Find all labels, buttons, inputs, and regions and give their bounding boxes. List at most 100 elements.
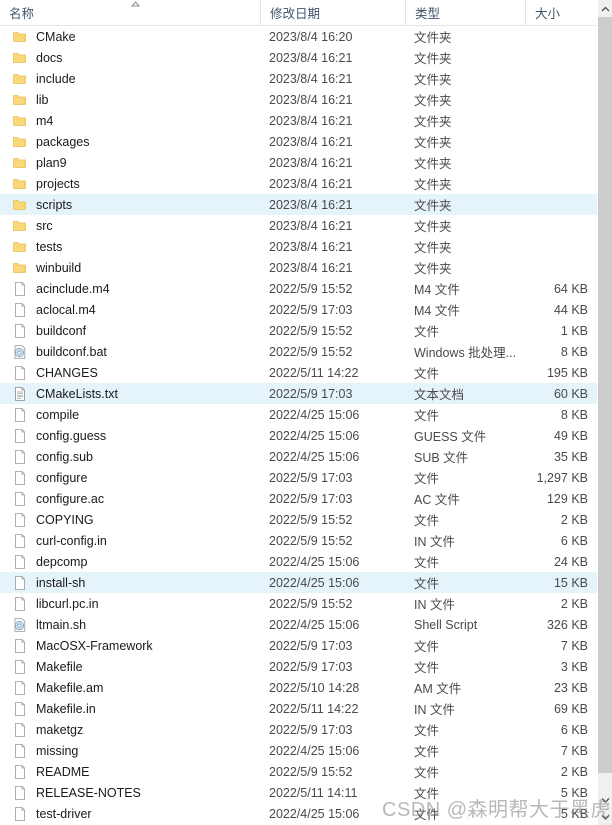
file-size-cell — [525, 257, 597, 278]
file-name-cell[interactable]: CMake — [0, 26, 260, 47]
file-row[interactable]: buildconf.bat 2022/5/9 15:52 Windows 批处理..… — [0, 341, 597, 362]
file-row[interactable]: maketgz 2022/5/9 17:03 文件 6 KB — [0, 719, 597, 740]
file-name-cell[interactable]: ltmain.sh — [0, 614, 260, 635]
file-name-cell[interactable]: test-driver — [0, 803, 260, 824]
file-icon — [12, 659, 28, 675]
file-icon — [12, 701, 28, 717]
file-type-cell: M4 文件 — [414, 304, 460, 318]
file-row[interactable]: config.guess 2022/4/25 15:06 GUESS 文件 49 KB — [0, 425, 597, 446]
file-name-cell[interactable]: configure — [0, 467, 260, 488]
file-row[interactable]: aclocal.m4 2022/5/9 17:03 M4 文件 44 KB — [0, 299, 597, 320]
file-name-cell[interactable]: packages — [0, 131, 260, 152]
file-name-cell[interactable]: aclocal.m4 — [0, 299, 260, 320]
file-name-cell[interactable]: config.sub — [0, 446, 260, 467]
file-row[interactable]: CMake 2023/8/4 16:20 文件夹 — [0, 26, 597, 47]
file-row[interactable]: Makefile.in 2022/5/11 14:22 IN 文件 69 KB — [0, 698, 597, 719]
file-name-cell[interactable]: projects — [0, 173, 260, 194]
file-name-cell[interactable]: src — [0, 215, 260, 236]
file-row[interactable]: plan9 2023/8/4 16:21 文件夹 — [0, 152, 597, 173]
file-name-cell[interactable]: buildconf.bat — [0, 341, 260, 362]
file-name-cell[interactable]: CHANGES — [0, 362, 260, 383]
file-name-cell[interactable]: RELEASE-NOTES — [0, 782, 260, 803]
file-row[interactable]: libcurl.pc.in 2022/5/9 15:52 IN 文件 2 KB — [0, 593, 597, 614]
file-size-cell: 64 KB — [553, 281, 588, 296]
file-row[interactable]: src 2023/8/4 16:21 文件夹 — [0, 215, 597, 236]
scrollbar-thumb[interactable] — [598, 17, 612, 773]
file-row[interactable]: Makefile.am 2022/5/10 14:28 AM 文件 23 KB — [0, 677, 597, 698]
file-row[interactable]: CHANGES 2022/5/11 14:22 文件 195 KB — [0, 362, 597, 383]
file-row[interactable]: COPYING 2022/5/9 15:52 文件 2 KB — [0, 509, 597, 530]
file-name-cell[interactable]: MacOSX-Framework — [0, 635, 260, 656]
file-name-cell[interactable]: install-sh — [0, 572, 260, 593]
file-row[interactable]: buildconf 2022/5/9 15:52 文件 1 KB — [0, 320, 597, 341]
file-row[interactable]: depcomp 2022/4/25 15:06 文件 24 KB — [0, 551, 597, 572]
file-name-cell[interactable]: README — [0, 761, 260, 782]
file-row[interactable]: m4 2023/8/4 16:21 文件夹 — [0, 110, 597, 131]
file-name-cell[interactable]: winbuild — [0, 257, 260, 278]
column-header-size-label: 大小 — [535, 7, 561, 21]
file-name-cell[interactable]: docs — [0, 47, 260, 68]
file-row[interactable]: tests 2023/8/4 16:21 文件夹 — [0, 236, 597, 257]
file-row[interactable]: config.sub 2022/4/25 15:06 SUB 文件 35 KB — [0, 446, 597, 467]
file-row[interactable]: configure.ac 2022/5/9 17:03 AC 文件 129 KB — [0, 488, 597, 509]
file-name-cell[interactable]: CMakeLists.txt — [0, 383, 260, 404]
file-name-cell[interactable]: maketgz — [0, 719, 260, 740]
file-size-cell: 24 KB — [553, 554, 588, 569]
column-header-size[interactable]: 大小 — [525, 0, 597, 26]
file-type-cell: 文件 — [414, 661, 440, 675]
file-name-label: Makefile.am — [36, 680, 104, 695]
file-name-cell[interactable]: tests — [0, 236, 260, 257]
file-row[interactable]: winbuild 2023/8/4 16:21 文件夹 — [0, 257, 597, 278]
file-name-cell[interactable]: Makefile.in — [0, 698, 260, 719]
file-row[interactable]: CMakeLists.txt 2022/5/9 17:03 文本文档 60 KB — [0, 383, 597, 404]
file-date-cell: 2023/8/4 16:21 — [269, 71, 353, 86]
file-name-cell[interactable]: plan9 — [0, 152, 260, 173]
file-name-cell[interactable]: include — [0, 68, 260, 89]
file-name-cell[interactable]: m4 — [0, 110, 260, 131]
file-name-cell[interactable]: COPYING — [0, 509, 260, 530]
file-row[interactable]: curl-config.in 2022/5/9 15:52 IN 文件 6 KB — [0, 530, 597, 551]
file-name-cell[interactable]: acinclude.m4 — [0, 278, 260, 299]
file-size-cell: 6 KB — [560, 533, 588, 548]
file-row[interactable]: projects 2023/8/4 16:21 文件夹 — [0, 173, 597, 194]
file-name-cell[interactable]: buildconf — [0, 320, 260, 341]
scroll-down-button[interactable] — [598, 808, 612, 825]
file-row[interactable]: install-sh 2022/4/25 15:06 文件 15 KB — [0, 572, 597, 593]
file-row[interactable]: docs 2023/8/4 16:21 文件夹 — [0, 47, 597, 68]
file-name-cell[interactable]: configure.ac — [0, 488, 260, 509]
column-header-date-modified[interactable]: 修改日期 — [260, 0, 405, 26]
file-row[interactable]: test-driver 2022/4/25 15:06 文件 5 KB — [0, 803, 597, 824]
file-row[interactable]: README 2022/5/9 15:52 文件 2 KB — [0, 761, 597, 782]
file-row[interactable]: include 2023/8/4 16:21 文件夹 — [0, 68, 597, 89]
file-name-cell[interactable]: curl-config.in — [0, 530, 260, 551]
file-name-cell[interactable]: depcomp — [0, 551, 260, 572]
file-row[interactable]: acinclude.m4 2022/5/9 15:52 M4 文件 64 KB — [0, 278, 597, 299]
file-row[interactable]: MacOSX-Framework 2022/5/9 17:03 文件 7 KB — [0, 635, 597, 656]
file-row[interactable]: compile 2022/4/25 15:06 文件 8 KB — [0, 404, 597, 425]
file-icon — [12, 512, 28, 528]
file-type-cell: SUB 文件 — [414, 451, 469, 465]
file-name-cell[interactable]: lib — [0, 89, 260, 110]
column-header-name[interactable]: 名称 — [0, 0, 260, 26]
file-row[interactable]: lib 2023/8/4 16:21 文件夹 — [0, 89, 597, 110]
file-row[interactable]: configure 2022/5/9 17:03 文件 1,297 KB — [0, 467, 597, 488]
file-name-cell[interactable]: libcurl.pc.in — [0, 593, 260, 614]
scroll-up-button[interactable] — [598, 0, 612, 17]
file-row[interactable]: packages 2023/8/4 16:21 文件夹 — [0, 131, 597, 152]
column-header-type[interactable]: 类型 — [405, 0, 525, 26]
file-name-cell[interactable]: compile — [0, 404, 260, 425]
file-name-cell[interactable]: config.guess — [0, 425, 260, 446]
vertical-scrollbar[interactable] — [597, 0, 612, 825]
file-row[interactable]: RELEASE-NOTES 2022/5/11 14:11 文件 5 KB — [0, 782, 597, 803]
file-name-cell[interactable]: Makefile — [0, 656, 260, 677]
file-row[interactable]: missing 2022/4/25 15:06 文件 7 KB — [0, 740, 597, 761]
file-name-cell[interactable]: Makefile.am — [0, 677, 260, 698]
file-date-cell: 2022/5/9 15:52 — [269, 323, 353, 338]
file-row[interactable]: scripts 2023/8/4 16:21 文件夹 — [0, 194, 597, 215]
file-name-cell[interactable]: scripts — [0, 194, 260, 215]
scroll-down-button-upper[interactable] — [598, 791, 612, 808]
file-row[interactable]: ltmain.sh 2022/4/25 15:06 Shell Script 326 … — [0, 614, 597, 635]
file-name-cell[interactable]: missing — [0, 740, 260, 761]
file-name-label: acinclude.m4 — [36, 281, 110, 296]
file-row[interactable]: Makefile 2022/5/9 17:03 文件 3 KB — [0, 656, 597, 677]
